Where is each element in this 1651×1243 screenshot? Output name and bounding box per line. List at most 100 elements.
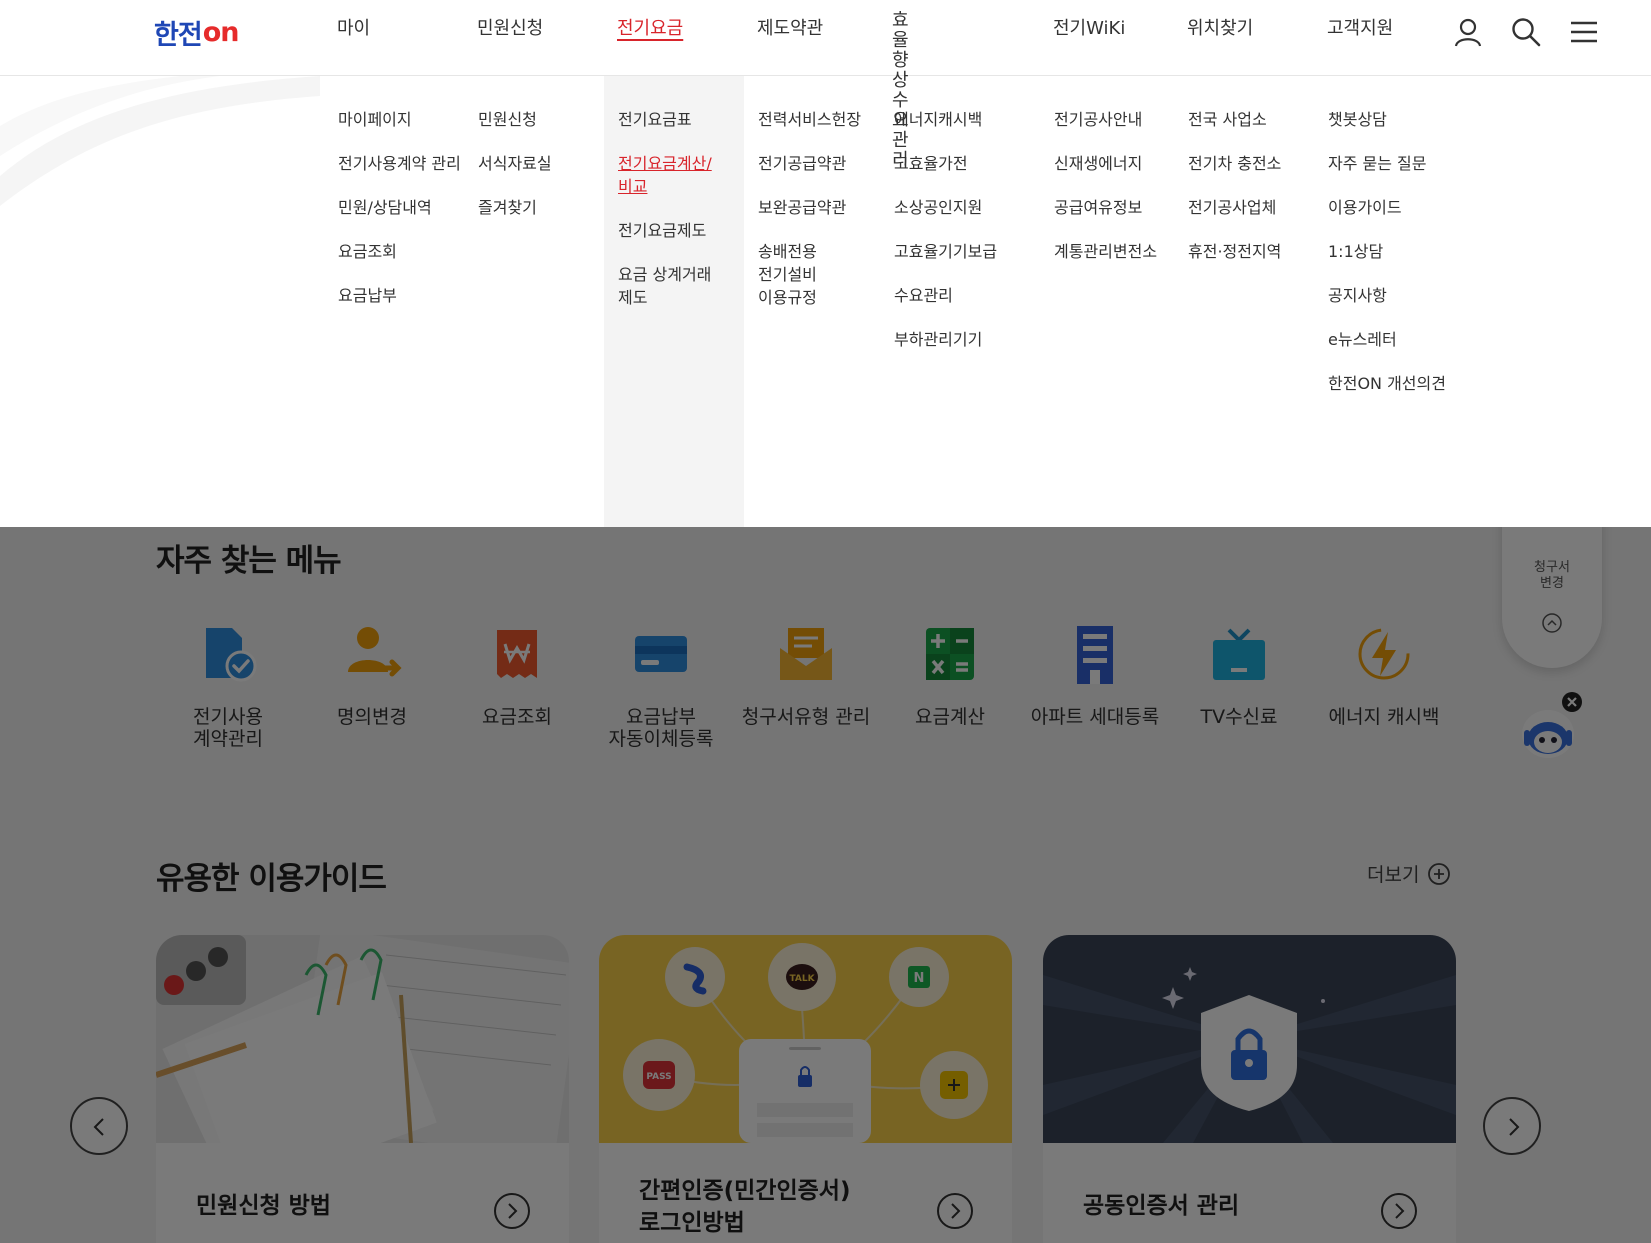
menu-load-devices[interactable]: 부하관리기기 [894,328,1029,351]
quick-label: 전기사용 계약관리 [193,706,263,750]
menu-renewable[interactable]: 신재생에너지 [1054,152,1189,175]
quick-tv-fee[interactable]: TV수신료 [1164,622,1314,728]
guide-card-certificate[interactable]: 공동인증서 관리 [1043,935,1456,1243]
quick-contract[interactable]: 전기사용 계약관리 [153,622,303,750]
menu-efficient-appliance[interactable]: 고효율가전 [894,152,1029,175]
menu-efficient-devices[interactable]: 고효율기기보급 [894,240,1029,263]
quick-label: 명의변경 [337,706,407,728]
kepco-on-logo[interactable]: 한전 on [154,15,239,51]
carousel-prev-button[interactable] [70,1097,128,1155]
security-shield-image [1043,935,1456,1143]
menu-bill-inquiry[interactable]: 요금조회 [338,240,473,263]
nav-support[interactable]: 고객지원 [1327,18,1393,39]
menu-demand-mgmt[interactable]: 수요관리 [894,284,1029,307]
quick-label: 에너지 캐시백 [1328,706,1440,728]
talk-badge: TALK [789,974,815,984]
carousel-next-button[interactable] [1483,1097,1541,1155]
menu-col-support: 챗봇상담 자주 묻는 질문 이용가이드 1:1상담 공지사항 e뉴스레터 한전O… [1328,108,1478,416]
menu-ev-charger[interactable]: 전기차 충전소 [1188,152,1323,175]
scroll-up-icon[interactable] [1541,612,1563,634]
more-label: 더보기 [1367,864,1420,886]
menu-feedback[interactable]: 한전ON 개선의견 [1328,372,1478,395]
menu-service-charter[interactable]: 전력서비스헌장 [758,108,870,131]
quick-apartment[interactable]: 아파트 세대등록 [1020,622,1170,728]
menu-construction[interactable]: 전기공사안내 [1054,108,1189,131]
menu-chatbot[interactable]: 챗봇상담 [1328,108,1478,131]
nav-terms[interactable]: 제도약관 [757,18,823,39]
nav-location[interactable]: 위치찾기 [1187,18,1253,39]
plus-circle-icon [1428,862,1451,885]
menu-rate-system[interactable]: 전기요금제도 [618,219,730,242]
arrow-circle-icon[interactable] [1380,1192,1418,1230]
quick-label: TV수신료 [1200,706,1278,728]
credit-card-icon [635,636,687,672]
quick-calculate[interactable]: 요금계산 [875,622,1025,728]
quick-label: 요금계산 [915,706,985,728]
apartment-icon [1077,626,1113,684]
nav-wiki[interactable]: 전기WiKi [1053,18,1125,39]
menu-mypage[interactable]: 마이페이지 [338,108,473,131]
menu-guide[interactable]: 이용가이드 [1328,196,1478,219]
menu-col-efficiency: 에너지캐시백 고효율가전 소상공인지원 고효율기기보급 수요관리 부하관리기기 [894,108,1029,372]
menu-supply-capacity[interactable]: 공급여유정보 [1054,196,1189,219]
tv-icon [1213,628,1265,680]
menu-col-rates: 전기요금표 전기요금계산/비교 전기요금제도 요금 상계거래 제도 [618,108,730,330]
card-title: 공동인증서 관리 [1083,1193,1240,1219]
menu-history[interactable]: 민원/상담내역 [338,196,473,219]
menu-one-on-one[interactable]: 1:1상담 [1328,240,1478,263]
menu-forms[interactable]: 서식자료실 [478,152,613,175]
chevron-left-icon [93,1118,104,1136]
quick-name-change[interactable]: 명의변경 [297,622,447,728]
user-icon[interactable] [1452,16,1484,48]
menu-newsletter[interactable]: e뉴스레터 [1328,328,1478,351]
menu-contract[interactable]: 전기사용계약 관리 [338,152,473,175]
menu-notice[interactable]: 공지사항 [1328,284,1478,307]
logo-text: 한전 [154,19,203,51]
menu-rate-calc[interactable]: 전기요금계산/비교 [618,152,730,198]
menu-icon[interactable] [1568,16,1600,48]
nav-electricity-rates[interactable]: 전기요금 [617,18,683,39]
contract-document-icon [206,628,257,682]
menu-transmission-rules[interactable]: 송배전용 전기설비 이용규정 [758,240,870,309]
frequent-menu-title: 자주 찾는 메뉴 [156,543,342,579]
nav-efficiency[interactable]: 효율향상 수요관리 [892,11,909,171]
menu-outage-area[interactable]: 휴전·정전지역 [1188,240,1323,263]
menu-contractors[interactable]: 전기공사업체 [1188,196,1323,219]
menu-col-terms: 전력서비스헌장 전기공급약관 보완공급약관 송배전용 전기설비 이용규정 [758,108,870,330]
mega-menu: 마이페이지 전기사용계약 관리 민원/상담내역 요금조회 요금납부 민원신청 서… [0,76,1651,527]
envelope-icon [780,628,832,680]
guide-card-simple-auth[interactable]: TALK N PASS 간편인증(민간인증서) 로그인방법 [599,935,1012,1243]
nav-my[interactable]: 마이 [337,18,370,39]
menu-faq[interactable]: 자주 묻는 질문 [1328,152,1478,175]
menu-bill-payment[interactable]: 요금납부 [338,284,473,307]
more-link[interactable]: 더보기 [1367,860,1451,887]
menu-substation[interactable]: 계통관리변전소 [1054,240,1189,263]
arrow-circle-icon[interactable] [493,1192,531,1230]
menu-rate-table[interactable]: 전기요금표 [618,108,730,131]
quick-label: 요금조회 [482,706,552,728]
quick-auto-payment[interactable]: 요금납부 자동이체등록 [586,622,736,750]
arrow-circle-icon[interactable] [936,1192,974,1230]
quick-bill-type[interactable]: 청구서유형 관리 [731,622,881,728]
search-icon[interactable] [1510,16,1542,48]
close-icon[interactable] [1562,692,1582,712]
energy-bolt-icon [1358,628,1410,680]
menu-supply-terms[interactable]: 전기공급약관 [758,152,870,175]
menu-civil-apply[interactable]: 민원신청 [478,108,613,131]
menu-energy-cashback[interactable]: 에너지캐시백 [894,108,1029,131]
naver-badge: N [914,971,925,986]
card-title: 간편인증(민간인증서) 로그인방법 [639,1178,851,1236]
chatbot-icon[interactable] [1518,690,1584,762]
nav-civil-application[interactable]: 민원신청 [477,18,543,39]
quick-bill-inquiry[interactable]: 요금조회 [442,622,592,728]
quick-energy-cashback[interactable]: 에너지 캐시백 [1309,622,1459,728]
menu-supplement-terms[interactable]: 보완공급약관 [758,196,870,219]
documents-paperwork-image [156,935,569,1204]
menu-favorites[interactable]: 즐겨찾기 [478,196,613,219]
menu-offices[interactable]: 전국 사업소 [1188,108,1323,131]
guide-card-civil-application[interactable]: 민원신청 방법 [156,935,569,1243]
menu-small-business[interactable]: 소상공인지원 [894,196,1029,219]
card-title: 민원신청 방법 [196,1193,331,1219]
site-header: 한전 on 마이 민원신청 전기요금 제도약관 효율향상 수요관리 전기WiKi … [0,0,1651,171]
menu-net-metering[interactable]: 요금 상계거래 제도 [618,263,730,309]
